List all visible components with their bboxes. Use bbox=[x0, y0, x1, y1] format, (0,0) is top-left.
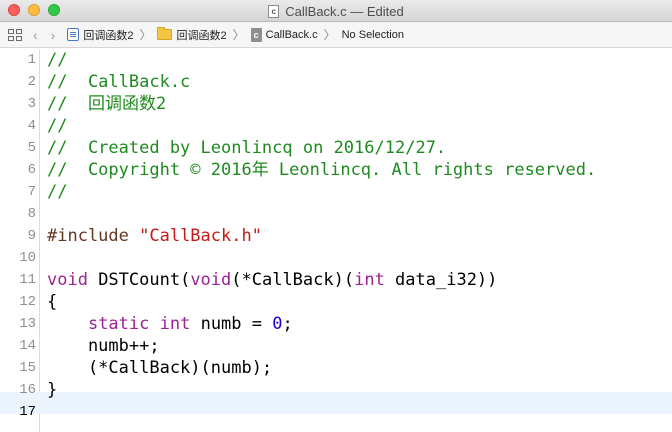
code-line[interactable]: 16} bbox=[0, 379, 672, 401]
line-number: 16 bbox=[19, 382, 36, 398]
code-line[interactable]: 11 void DSTCount(void(*CallBack)(int data… bbox=[0, 269, 672, 291]
code-text: static int numb = 0; bbox=[47, 313, 293, 335]
code-line[interactable]: 3 // 回调函数2 bbox=[0, 93, 672, 115]
c-source-file-icon: c bbox=[250, 27, 262, 42]
code-token: #include bbox=[47, 226, 140, 246]
line-number: 12 bbox=[19, 294, 36, 310]
line-number: 5 bbox=[27, 140, 36, 156]
forward-arrow-icon[interactable]: › bbox=[51, 28, 56, 42]
line-number: 10 bbox=[19, 250, 36, 266]
code-text: // bbox=[47, 115, 67, 137]
code-token: ; bbox=[282, 314, 293, 334]
breadcrumb-project-label: 回调函数2 bbox=[83, 29, 134, 42]
breadcrumb-selection[interactable]: No Selection bbox=[342, 29, 404, 41]
c-file-icon: c bbox=[268, 4, 280, 18]
line-number: 17 bbox=[19, 404, 36, 420]
code-text: // Created by Leonlincq on 2016/12/27. bbox=[47, 137, 446, 159]
code-token: DSTCount( bbox=[87, 270, 191, 290]
code-line[interactable]: 13 static int numb = 0; bbox=[0, 313, 672, 335]
code-text: // bbox=[47, 181, 67, 203]
code-line[interactable]: 1 // bbox=[0, 49, 672, 71]
code-token: } bbox=[47, 380, 58, 400]
code-token: numb++; bbox=[47, 336, 160, 356]
breadcrumb-selection-label: No Selection bbox=[341, 28, 404, 41]
line-number: 4 bbox=[27, 118, 36, 134]
code-token: void bbox=[47, 270, 88, 290]
line-number: 15 bbox=[19, 360, 36, 376]
code-line[interactable]: 10 bbox=[0, 247, 672, 269]
code-line[interactable]: 15 (*CallBack)(numb); bbox=[0, 357, 672, 379]
code-text: // 回调函数2 bbox=[47, 93, 166, 115]
code-token: 0 bbox=[272, 314, 283, 334]
line-number: 2 bbox=[27, 74, 36, 90]
code-token: data_i32)) bbox=[384, 270, 498, 290]
code-token: static bbox=[87, 314, 150, 334]
code-token: // bbox=[47, 182, 68, 202]
code-token: // CallBack.c bbox=[47, 72, 191, 92]
code-text: } bbox=[47, 379, 57, 401]
code-line[interactable]: 6 // Copyright © 2016年 Leonlincq. All rig… bbox=[0, 159, 672, 181]
code-line[interactable]: 17 bbox=[0, 401, 672, 423]
code-text: // Copyright © 2016年 Leonlincq. All righ… bbox=[47, 159, 596, 181]
code-line[interactable]: 14 numb++; bbox=[0, 335, 672, 357]
line-number: 1 bbox=[27, 52, 36, 68]
source-editor[interactable]: 1 // 2 // CallBack.c 3 // 回调函数2 4 // 5 // Created… bbox=[0, 49, 672, 432]
breadcrumb-project[interactable]: 回调函数2 〉 bbox=[67, 26, 151, 43]
code-token: int bbox=[354, 270, 385, 290]
line-number: 3 bbox=[27, 96, 36, 112]
code-line[interactable]: 7 // bbox=[0, 181, 672, 203]
code-line[interactable]: 2 // CallBack.c bbox=[0, 71, 672, 93]
code-token: // Copyright © 2016年 Leonlincq. All righ… bbox=[47, 160, 597, 180]
related-items-grid-icon[interactable] bbox=[8, 28, 22, 41]
chevron-right-icon: 〉 bbox=[139, 28, 152, 42]
code-text: { bbox=[47, 291, 57, 313]
chevron-right-icon: 〉 bbox=[232, 28, 245, 42]
breadcrumb-group[interactable]: 回调函数2 〉 bbox=[157, 26, 245, 43]
code-token: (*CallBack)(numb); bbox=[47, 358, 273, 378]
window-title-group: c CallBack.c — Edited bbox=[0, 0, 672, 22]
line-number: 7 bbox=[27, 184, 36, 200]
code-text: // CallBack.c bbox=[47, 71, 190, 93]
code-token: // Created by Leonlincq on 2016/12/27. bbox=[47, 138, 447, 158]
code-text: void DSTCount(void(*CallBack)(int data_i… bbox=[47, 269, 497, 291]
breadcrumb-file-label: CallBack.c bbox=[265, 28, 318, 41]
code-token: "CallBack.h" bbox=[139, 226, 262, 246]
code-text: // bbox=[47, 49, 67, 71]
code-line[interactable]: 8 bbox=[0, 203, 672, 225]
code-text: numb++; bbox=[47, 335, 160, 357]
back-arrow-icon[interactable]: ‹ bbox=[33, 28, 38, 42]
code-line[interactable]: 9 #include "CallBack.h" bbox=[0, 225, 672, 247]
line-number: 6 bbox=[27, 162, 36, 178]
line-number: 13 bbox=[19, 316, 36, 332]
line-number: 14 bbox=[19, 338, 36, 354]
jump-bar: ‹ › 回调函数2 〉 回调函数2 〉 c CallBack.c 〉 No Se… bbox=[0, 22, 672, 48]
breadcrumb-group-label: 回调函数2 bbox=[176, 29, 227, 42]
code-line[interactable]: 4 // bbox=[0, 115, 672, 137]
line-number: 8 bbox=[27, 206, 36, 222]
code-token: // bbox=[47, 50, 68, 70]
folder-icon bbox=[157, 27, 173, 40]
code-token: int bbox=[159, 314, 191, 334]
code-token: // bbox=[47, 116, 68, 136]
code-token: (*CallBack)( bbox=[231, 270, 355, 290]
code-token: { bbox=[47, 292, 58, 312]
code-token: // 回调函数2 bbox=[47, 94, 167, 114]
window-title: CallBack.c — Edited bbox=[285, 3, 404, 19]
line-number: 11 bbox=[19, 272, 36, 288]
code-text: #include "CallBack.h" bbox=[47, 225, 262, 247]
code-line[interactable]: 12 { bbox=[0, 291, 672, 313]
breadcrumb-file[interactable]: c CallBack.c 〉 bbox=[250, 26, 336, 43]
chevron-right-icon: 〉 bbox=[323, 28, 336, 42]
xcode-project-icon bbox=[67, 28, 80, 41]
line-number: 9 bbox=[27, 228, 36, 244]
code-line[interactable]: 5 // Created by Leonlincq on 2016/12/27. bbox=[0, 137, 672, 159]
title-bar: c CallBack.c — Edited bbox=[0, 0, 672, 22]
code-text: (*CallBack)(numb); bbox=[47, 357, 272, 379]
code-token: void bbox=[190, 270, 232, 290]
code-token: numb = bbox=[190, 314, 273, 334]
